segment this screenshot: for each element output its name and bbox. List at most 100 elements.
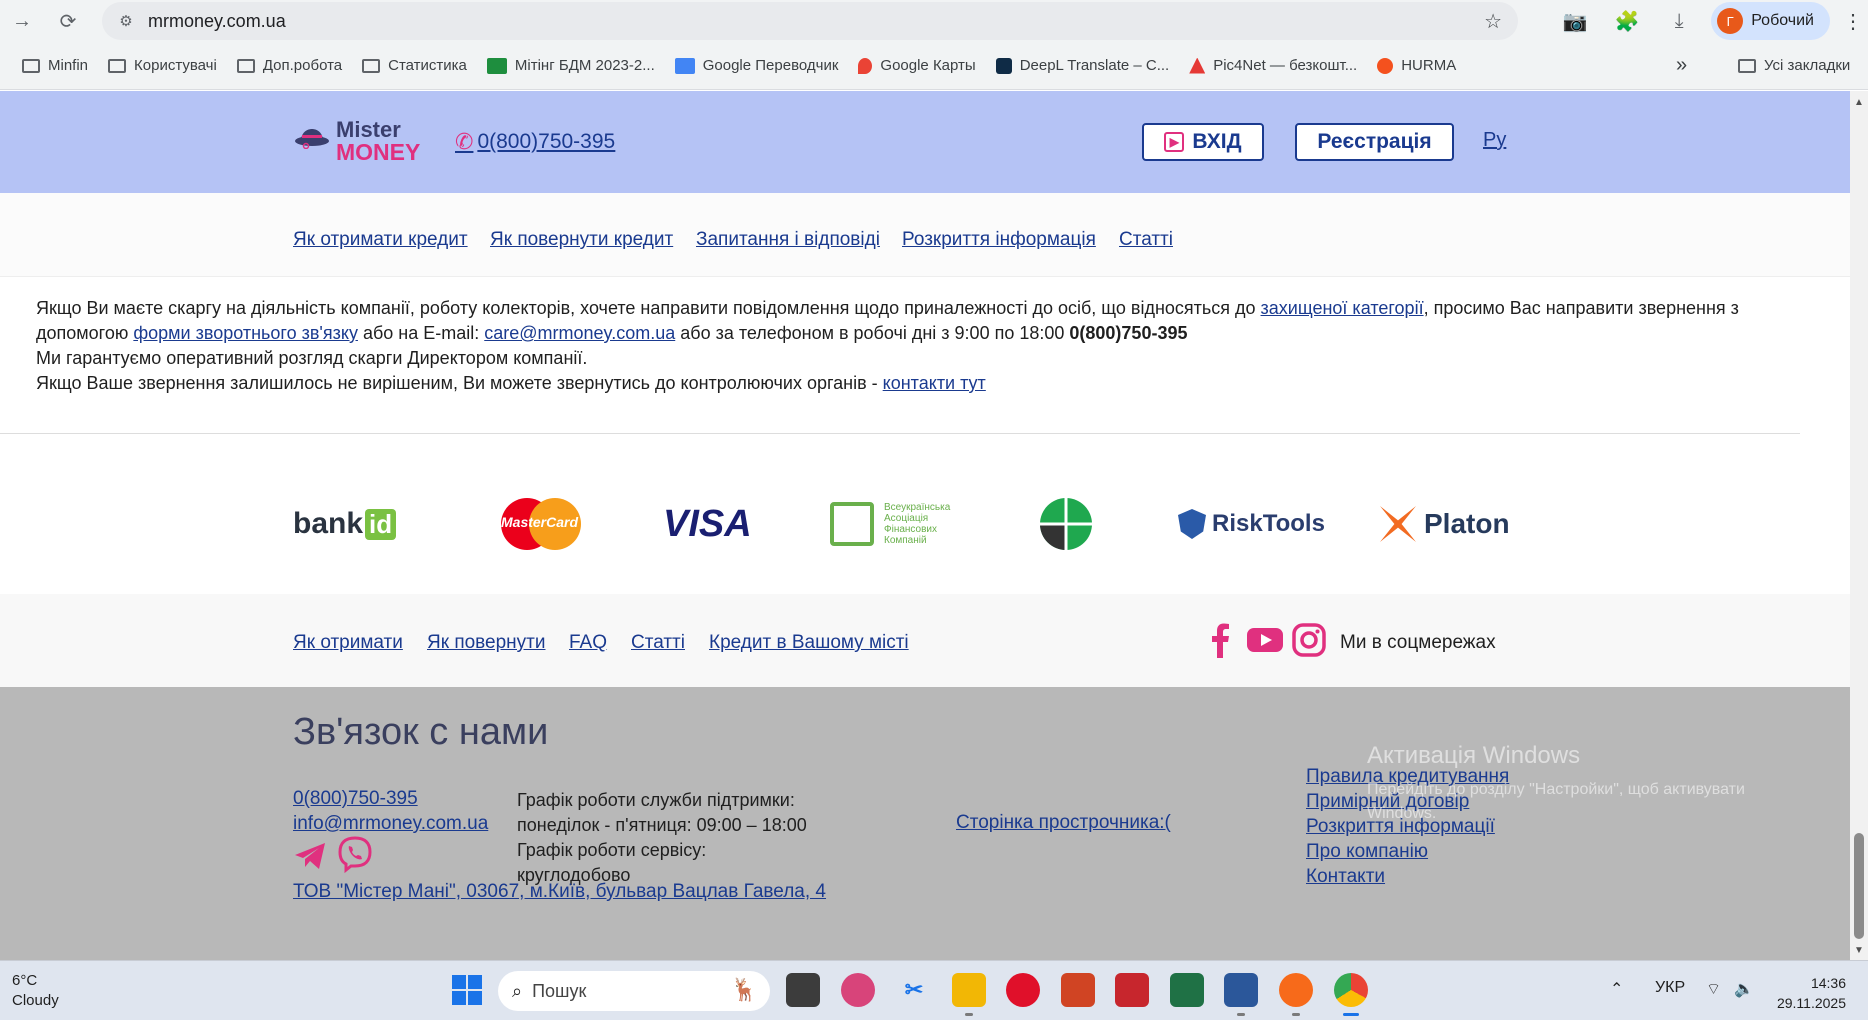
nav-how-to-get[interactable]: Як отримати кредит xyxy=(293,229,468,251)
bookmark-star-icon[interactable]: ☆ xyxy=(1484,9,1502,34)
forward-icon[interactable]: → xyxy=(2,1,42,41)
bookmark-label: Google Карты xyxy=(880,57,976,74)
instagram-icon[interactable] xyxy=(1291,622,1327,658)
nav-disclosure[interactable]: Розкриття інформація xyxy=(902,229,1096,251)
chrome-icon[interactable] xyxy=(1334,973,1368,1007)
page-content: Mister MONEY ✆ 0(800)750-395 ▶ ВХІД Реєс… xyxy=(0,91,1850,960)
complaint-paragraph-2: Ми гарантуємо оперативний розгляд скарги… xyxy=(36,348,588,368)
weather-widget[interactable]: 6°C Cloudy xyxy=(12,971,59,1011)
register-button[interactable]: Реєстрація xyxy=(1295,123,1454,161)
about-company-link[interactable]: Про компанію xyxy=(1306,839,1509,864)
folder-icon xyxy=(108,58,127,73)
powerpoint-icon[interactable] xyxy=(1061,973,1095,1007)
complaint-text: Якщо Ваше звернення залишилось не виріше… xyxy=(36,373,883,393)
excel-icon[interactable] xyxy=(1170,973,1204,1007)
firefox-icon[interactable] xyxy=(1279,973,1313,1007)
avatar: Г xyxy=(1717,8,1744,34)
feedback-form-link[interactable]: форми зворотнього зв'язку xyxy=(133,323,358,343)
login-button[interactable]: ▶ ВХІД xyxy=(1142,123,1264,161)
bookmark-statistics[interactable]: Статистика xyxy=(362,57,467,74)
bookmark-meeting[interactable]: Мітінг БДМ 2023-2... xyxy=(486,57,655,74)
wifi-icon[interactable]: ⌔ xyxy=(1706,979,1721,999)
snipping-tool-icon[interactable]: ✂ xyxy=(897,973,931,1007)
footer-articles[interactable]: Статті xyxy=(631,632,685,654)
footer-how-to-get[interactable]: Як отримати xyxy=(293,632,403,654)
nav-faq[interactable]: Запитання і відповіді xyxy=(696,229,880,251)
overdue-page-link[interactable]: Сторінка прострочника:( xyxy=(956,812,1171,834)
menu-kebab-icon[interactable]: ⋮ xyxy=(1838,9,1868,34)
bookmark-label: HURMA xyxy=(1401,57,1457,74)
header-phone-link[interactable]: ✆ 0(800)750-395 xyxy=(455,129,615,155)
tray-expand-icon[interactable]: ⌃ xyxy=(1610,979,1623,999)
profile-name: Робочий xyxy=(1751,12,1814,29)
hurma-icon xyxy=(1377,57,1394,74)
complaint-paragraph-1: Якщо Ви маєте скаргу на діяльність компа… xyxy=(36,296,1816,346)
address-bar[interactable]: ⚙ mrmoney.com.ua ☆ xyxy=(102,2,1518,40)
nav-how-to-repay[interactable]: Як повернути кредит xyxy=(490,229,673,251)
association-line: Фінансових xyxy=(884,524,938,535)
contact-phone-link[interactable]: 0(800)750-395 xyxy=(293,788,418,810)
complaint-text: або за телефоном в робочі дні з 9:00 по … xyxy=(675,323,1070,343)
opera-icon[interactable] xyxy=(1006,973,1040,1007)
footer-credit-in-city[interactable]: Кредит в Вашому місті xyxy=(709,632,909,654)
footer-how-to-repay[interactable]: Як повернути xyxy=(427,632,546,654)
acrobat-icon[interactable] xyxy=(1115,973,1149,1007)
profile-button[interactable]: Г Робочий xyxy=(1711,2,1830,40)
search-icon: ⌕ xyxy=(512,980,523,1001)
bookmark-pic4net[interactable]: Pic4Net — безкошт... xyxy=(1189,57,1357,74)
bookmark-minfin[interactable]: Minfin xyxy=(22,57,88,74)
bookmark-hurma[interactable]: HURMA xyxy=(1377,57,1456,74)
scroll-thumb[interactable] xyxy=(1854,833,1864,939)
green-circle-logo xyxy=(1038,494,1094,554)
bookmark-users[interactable]: Користувачі xyxy=(108,57,217,74)
contacts-link[interactable]: Контакти xyxy=(1306,864,1509,889)
shield-icon xyxy=(1178,509,1206,539)
footer-faq[interactable]: FAQ xyxy=(569,632,607,654)
volume-icon[interactable]: 🔈 xyxy=(1734,979,1754,999)
quadrant-circle-icon xyxy=(1040,498,1092,550)
scroll-down-icon[interactable]: ▼ xyxy=(1854,945,1864,956)
bookmark-deepl[interactable]: DeepL Translate – С... xyxy=(995,57,1169,74)
company-address-link[interactable]: ТОВ "Містер Мані", 03067, м.Київ, бульва… xyxy=(293,881,826,903)
contact-email-link[interactable]: info@mrmoney.com.ua xyxy=(293,813,488,835)
footer-navigation: Як отримати Як повернути FAQ Статті Кред… xyxy=(0,594,1850,687)
regulators-contacts-link[interactable]: контакти тут xyxy=(883,373,986,393)
reload-icon[interactable]: ⟳ xyxy=(48,1,88,41)
task-view-icon[interactable] xyxy=(786,973,820,1007)
language-switch[interactable]: Ру xyxy=(1483,129,1506,152)
protected-category-link[interactable]: захищеної категорії xyxy=(1261,298,1424,318)
schedule-line: Графік роботи сервісу: xyxy=(517,840,707,860)
bookmark-google-translate[interactable]: Google Переводчик xyxy=(674,57,838,74)
taskbar-search[interactable]: ⌕ Пошук 🦌 xyxy=(498,971,770,1011)
word-icon[interactable] xyxy=(1224,973,1258,1007)
running-indicator xyxy=(1292,1013,1300,1016)
site-settings-icon[interactable]: ⚙ xyxy=(108,12,144,30)
schedule-block: Графік роботи служби підтримки: понеділо… xyxy=(517,788,807,888)
bookmark-google-maps[interactable]: Google Карты xyxy=(858,57,976,74)
visa-text: VISA xyxy=(663,502,752,545)
all-bookmarks[interactable]: Усі закладки xyxy=(1738,57,1850,74)
taskbar-clock[interactable]: 14:36 29.11.2025 xyxy=(1760,973,1846,1013)
care-email-link[interactable]: care@mrmoney.com.ua xyxy=(484,323,675,343)
bankid-text: bank xyxy=(293,507,364,540)
bookmark-extra-work[interactable]: Доп.робота xyxy=(236,57,342,74)
site-logo[interactable]: Mister MONEY xyxy=(292,115,422,165)
file-explorer-icon[interactable] xyxy=(952,973,986,1007)
input-language[interactable]: УКР xyxy=(1655,979,1685,997)
telegram-icon[interactable] xyxy=(293,839,327,873)
creative-cloud-icon[interactable] xyxy=(841,973,875,1007)
start-menu-icon[interactable] xyxy=(452,975,482,1005)
download-icon[interactable]: ⤓ xyxy=(1653,10,1705,33)
nav-articles[interactable]: Статті xyxy=(1119,229,1173,251)
camera-icon[interactable]: 📷 xyxy=(1549,9,1601,34)
viber-icon[interactable] xyxy=(336,835,374,873)
url-text[interactable]: mrmoney.com.ua xyxy=(148,11,286,32)
more-bookmarks-icon[interactable]: » xyxy=(1676,54,1687,77)
bookmark-label: Pic4Net — безкошт... xyxy=(1213,57,1358,74)
vertical-scrollbar[interactable]: ▲ ▼ xyxy=(1850,91,1868,960)
extensions-icon[interactable]: 🧩 xyxy=(1601,9,1653,34)
map-pin-icon xyxy=(858,57,873,74)
facebook-icon[interactable] xyxy=(1203,622,1239,658)
youtube-icon[interactable] xyxy=(1246,622,1284,658)
scroll-up-icon[interactable]: ▲ xyxy=(1854,97,1864,108)
